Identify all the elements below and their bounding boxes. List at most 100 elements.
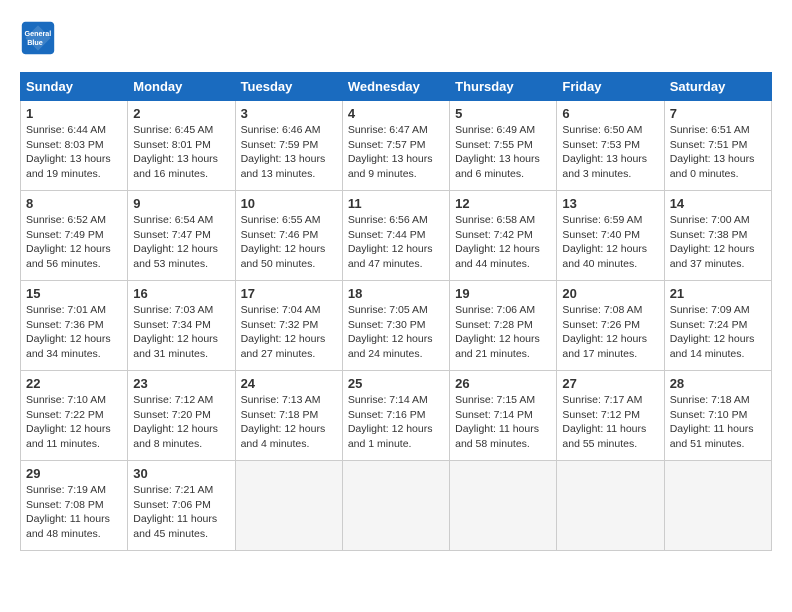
svg-text:General: General bbox=[25, 29, 52, 38]
calendar-cell: 8 Sunrise: 6:52 AM Sunset: 7:49 PM Daylig… bbox=[21, 191, 128, 281]
calendar-cell: 10Sunrise: 6:55 AM Sunset: 7:46 PM Dayli… bbox=[235, 191, 342, 281]
weekday-header-saturday: Saturday bbox=[664, 73, 771, 101]
weekday-header-tuesday: Tuesday bbox=[235, 73, 342, 101]
day-number: 7 bbox=[670, 106, 766, 121]
calendar-cell bbox=[450, 461, 557, 551]
calendar-week-row: 8 Sunrise: 6:52 AM Sunset: 7:49 PM Daylig… bbox=[21, 191, 772, 281]
day-info: Sunrise: 7:08 AM Sunset: 7:26 PM Dayligh… bbox=[562, 303, 658, 362]
calendar-cell: 20 Sunrise: 7:08 AM Sunset: 7:26 PM Dayli… bbox=[557, 281, 664, 371]
calendar-cell: 18 Sunrise: 7:05 AM Sunset: 7:30 PM Dayli… bbox=[342, 281, 449, 371]
day-info: Sunrise: 7:03 AM Sunset: 7:34 PM Dayligh… bbox=[133, 303, 229, 362]
calendar-cell: 13 Sunrise: 6:59 AM Sunset: 7:40 PM Dayli… bbox=[557, 191, 664, 281]
weekday-header-sunday: Sunday bbox=[21, 73, 128, 101]
calendar-cell: 23 Sunrise: 7:12 AM Sunset: 7:20 PM Dayli… bbox=[128, 371, 235, 461]
day-info: Sunrise: 7:10 AM Sunset: 7:22 PM Dayligh… bbox=[26, 393, 122, 452]
calendar-week-row: 22 Sunrise: 7:10 AM Sunset: 7:22 PM Dayli… bbox=[21, 371, 772, 461]
calendar-cell: 30Sunrise: 7:21 AM Sunset: 7:06 PM Dayli… bbox=[128, 461, 235, 551]
day-number: 5 bbox=[455, 106, 551, 121]
calendar-week-row: 29Sunrise: 7:19 AM Sunset: 7:08 PM Dayli… bbox=[21, 461, 772, 551]
calendar-cell: 12Sunrise: 6:58 AM Sunset: 7:42 PM Dayli… bbox=[450, 191, 557, 281]
calendar-table: SundayMondayTuesdayWednesdayThursdayFrid… bbox=[20, 72, 772, 551]
day-number: 24 bbox=[241, 376, 337, 391]
day-info: Sunrise: 6:54 AM Sunset: 7:47 PM Dayligh… bbox=[133, 213, 229, 272]
day-info: Sunrise: 7:15 AM Sunset: 7:14 PM Dayligh… bbox=[455, 393, 551, 452]
calendar-cell: 29Sunrise: 7:19 AM Sunset: 7:08 PM Dayli… bbox=[21, 461, 128, 551]
day-number: 6 bbox=[562, 106, 658, 121]
day-info: Sunrise: 7:12 AM Sunset: 7:20 PM Dayligh… bbox=[133, 393, 229, 452]
page-header: General Blue bbox=[20, 20, 772, 56]
calendar-cell: 24 Sunrise: 7:13 AM Sunset: 7:18 PM Dayli… bbox=[235, 371, 342, 461]
day-info: Sunrise: 6:47 AM Sunset: 7:57 PM Dayligh… bbox=[348, 123, 444, 182]
day-number: 28 bbox=[670, 376, 766, 391]
day-info: Sunrise: 7:17 AM Sunset: 7:12 PM Dayligh… bbox=[562, 393, 658, 452]
weekday-header-row: SundayMondayTuesdayWednesdayThursdayFrid… bbox=[21, 73, 772, 101]
weekday-header-wednesday: Wednesday bbox=[342, 73, 449, 101]
day-number: 8 bbox=[26, 196, 122, 211]
logo-icon: General Blue bbox=[20, 20, 56, 56]
calendar-cell: 22 Sunrise: 7:10 AM Sunset: 7:22 PM Dayli… bbox=[21, 371, 128, 461]
day-number: 22 bbox=[26, 376, 122, 391]
logo: General Blue bbox=[20, 20, 60, 56]
calendar-cell: 7 Sunrise: 6:51 AM Sunset: 7:51 PM Daylig… bbox=[664, 101, 771, 191]
day-number: 25 bbox=[348, 376, 444, 391]
day-info: Sunrise: 7:13 AM Sunset: 7:18 PM Dayligh… bbox=[241, 393, 337, 452]
day-info: Sunrise: 6:44 AM Sunset: 8:03 PM Dayligh… bbox=[26, 123, 122, 182]
calendar-cell bbox=[664, 461, 771, 551]
calendar-cell: 5 Sunrise: 6:49 AM Sunset: 7:55 PM Daylig… bbox=[450, 101, 557, 191]
day-info: Sunrise: 7:05 AM Sunset: 7:30 PM Dayligh… bbox=[348, 303, 444, 362]
svg-text:Blue: Blue bbox=[27, 38, 43, 47]
day-number: 10 bbox=[241, 196, 337, 211]
calendar-cell: 19 Sunrise: 7:06 AM Sunset: 7:28 PM Dayli… bbox=[450, 281, 557, 371]
calendar-cell: 21Sunrise: 7:09 AM Sunset: 7:24 PM Dayli… bbox=[664, 281, 771, 371]
day-number: 4 bbox=[348, 106, 444, 121]
calendar-cell bbox=[557, 461, 664, 551]
day-number: 30 bbox=[133, 466, 229, 481]
weekday-header-monday: Monday bbox=[128, 73, 235, 101]
day-number: 16 bbox=[133, 286, 229, 301]
day-info: Sunrise: 6:45 AM Sunset: 8:01 PM Dayligh… bbox=[133, 123, 229, 182]
day-number: 17 bbox=[241, 286, 337, 301]
calendar-cell: 27Sunrise: 7:17 AM Sunset: 7:12 PM Dayli… bbox=[557, 371, 664, 461]
calendar-cell: 25 Sunrise: 7:14 AM Sunset: 7:16 PM Dayli… bbox=[342, 371, 449, 461]
day-number: 3 bbox=[241, 106, 337, 121]
calendar-cell: 16 Sunrise: 7:03 AM Sunset: 7:34 PM Dayli… bbox=[128, 281, 235, 371]
day-info: Sunrise: 6:50 AM Sunset: 7:53 PM Dayligh… bbox=[562, 123, 658, 182]
calendar-cell: 17 Sunrise: 7:04 AM Sunset: 7:32 PM Dayli… bbox=[235, 281, 342, 371]
day-number: 20 bbox=[562, 286, 658, 301]
day-number: 9 bbox=[133, 196, 229, 211]
calendar-cell: 26 Sunrise: 7:15 AM Sunset: 7:14 PM Dayli… bbox=[450, 371, 557, 461]
calendar-cell: 15Sunrise: 7:01 AM Sunset: 7:36 PM Dayli… bbox=[21, 281, 128, 371]
day-info: Sunrise: 7:01 AM Sunset: 7:36 PM Dayligh… bbox=[26, 303, 122, 362]
day-number: 1 bbox=[26, 106, 122, 121]
calendar-cell: 14Sunrise: 7:00 AM Sunset: 7:38 PM Dayli… bbox=[664, 191, 771, 281]
day-info: Sunrise: 6:59 AM Sunset: 7:40 PM Dayligh… bbox=[562, 213, 658, 272]
calendar-cell: 6 Sunrise: 6:50 AM Sunset: 7:53 PM Daylig… bbox=[557, 101, 664, 191]
day-info: Sunrise: 6:49 AM Sunset: 7:55 PM Dayligh… bbox=[455, 123, 551, 182]
day-number: 18 bbox=[348, 286, 444, 301]
day-number: 2 bbox=[133, 106, 229, 121]
day-number: 12 bbox=[455, 196, 551, 211]
day-number: 11 bbox=[348, 196, 444, 211]
day-info: Sunrise: 6:46 AM Sunset: 7:59 PM Dayligh… bbox=[241, 123, 337, 182]
calendar-cell bbox=[235, 461, 342, 551]
calendar-cell: 9 Sunrise: 6:54 AM Sunset: 7:47 PM Daylig… bbox=[128, 191, 235, 281]
day-info: Sunrise: 6:51 AM Sunset: 7:51 PM Dayligh… bbox=[670, 123, 766, 182]
day-info: Sunrise: 7:18 AM Sunset: 7:10 PM Dayligh… bbox=[670, 393, 766, 452]
day-info: Sunrise: 7:14 AM Sunset: 7:16 PM Dayligh… bbox=[348, 393, 444, 452]
weekday-header-thursday: Thursday bbox=[450, 73, 557, 101]
day-info: Sunrise: 6:52 AM Sunset: 7:49 PM Dayligh… bbox=[26, 213, 122, 272]
day-info: Sunrise: 7:00 AM Sunset: 7:38 PM Dayligh… bbox=[670, 213, 766, 272]
day-number: 23 bbox=[133, 376, 229, 391]
day-info: Sunrise: 6:56 AM Sunset: 7:44 PM Dayligh… bbox=[348, 213, 444, 272]
calendar-cell: 3 Sunrise: 6:46 AM Sunset: 7:59 PM Daylig… bbox=[235, 101, 342, 191]
day-info: Sunrise: 7:06 AM Sunset: 7:28 PM Dayligh… bbox=[455, 303, 551, 362]
day-info: Sunrise: 7:04 AM Sunset: 7:32 PM Dayligh… bbox=[241, 303, 337, 362]
calendar-week-row: 1 Sunrise: 6:44 AM Sunset: 8:03 PM Daylig… bbox=[21, 101, 772, 191]
day-number: 29 bbox=[26, 466, 122, 481]
day-number: 26 bbox=[455, 376, 551, 391]
day-number: 19 bbox=[455, 286, 551, 301]
day-info: Sunrise: 7:09 AM Sunset: 7:24 PM Dayligh… bbox=[670, 303, 766, 362]
calendar-cell: 11 Sunrise: 6:56 AM Sunset: 7:44 PM Dayli… bbox=[342, 191, 449, 281]
calendar-cell: 1 Sunrise: 6:44 AM Sunset: 8:03 PM Daylig… bbox=[21, 101, 128, 191]
day-number: 13 bbox=[562, 196, 658, 211]
